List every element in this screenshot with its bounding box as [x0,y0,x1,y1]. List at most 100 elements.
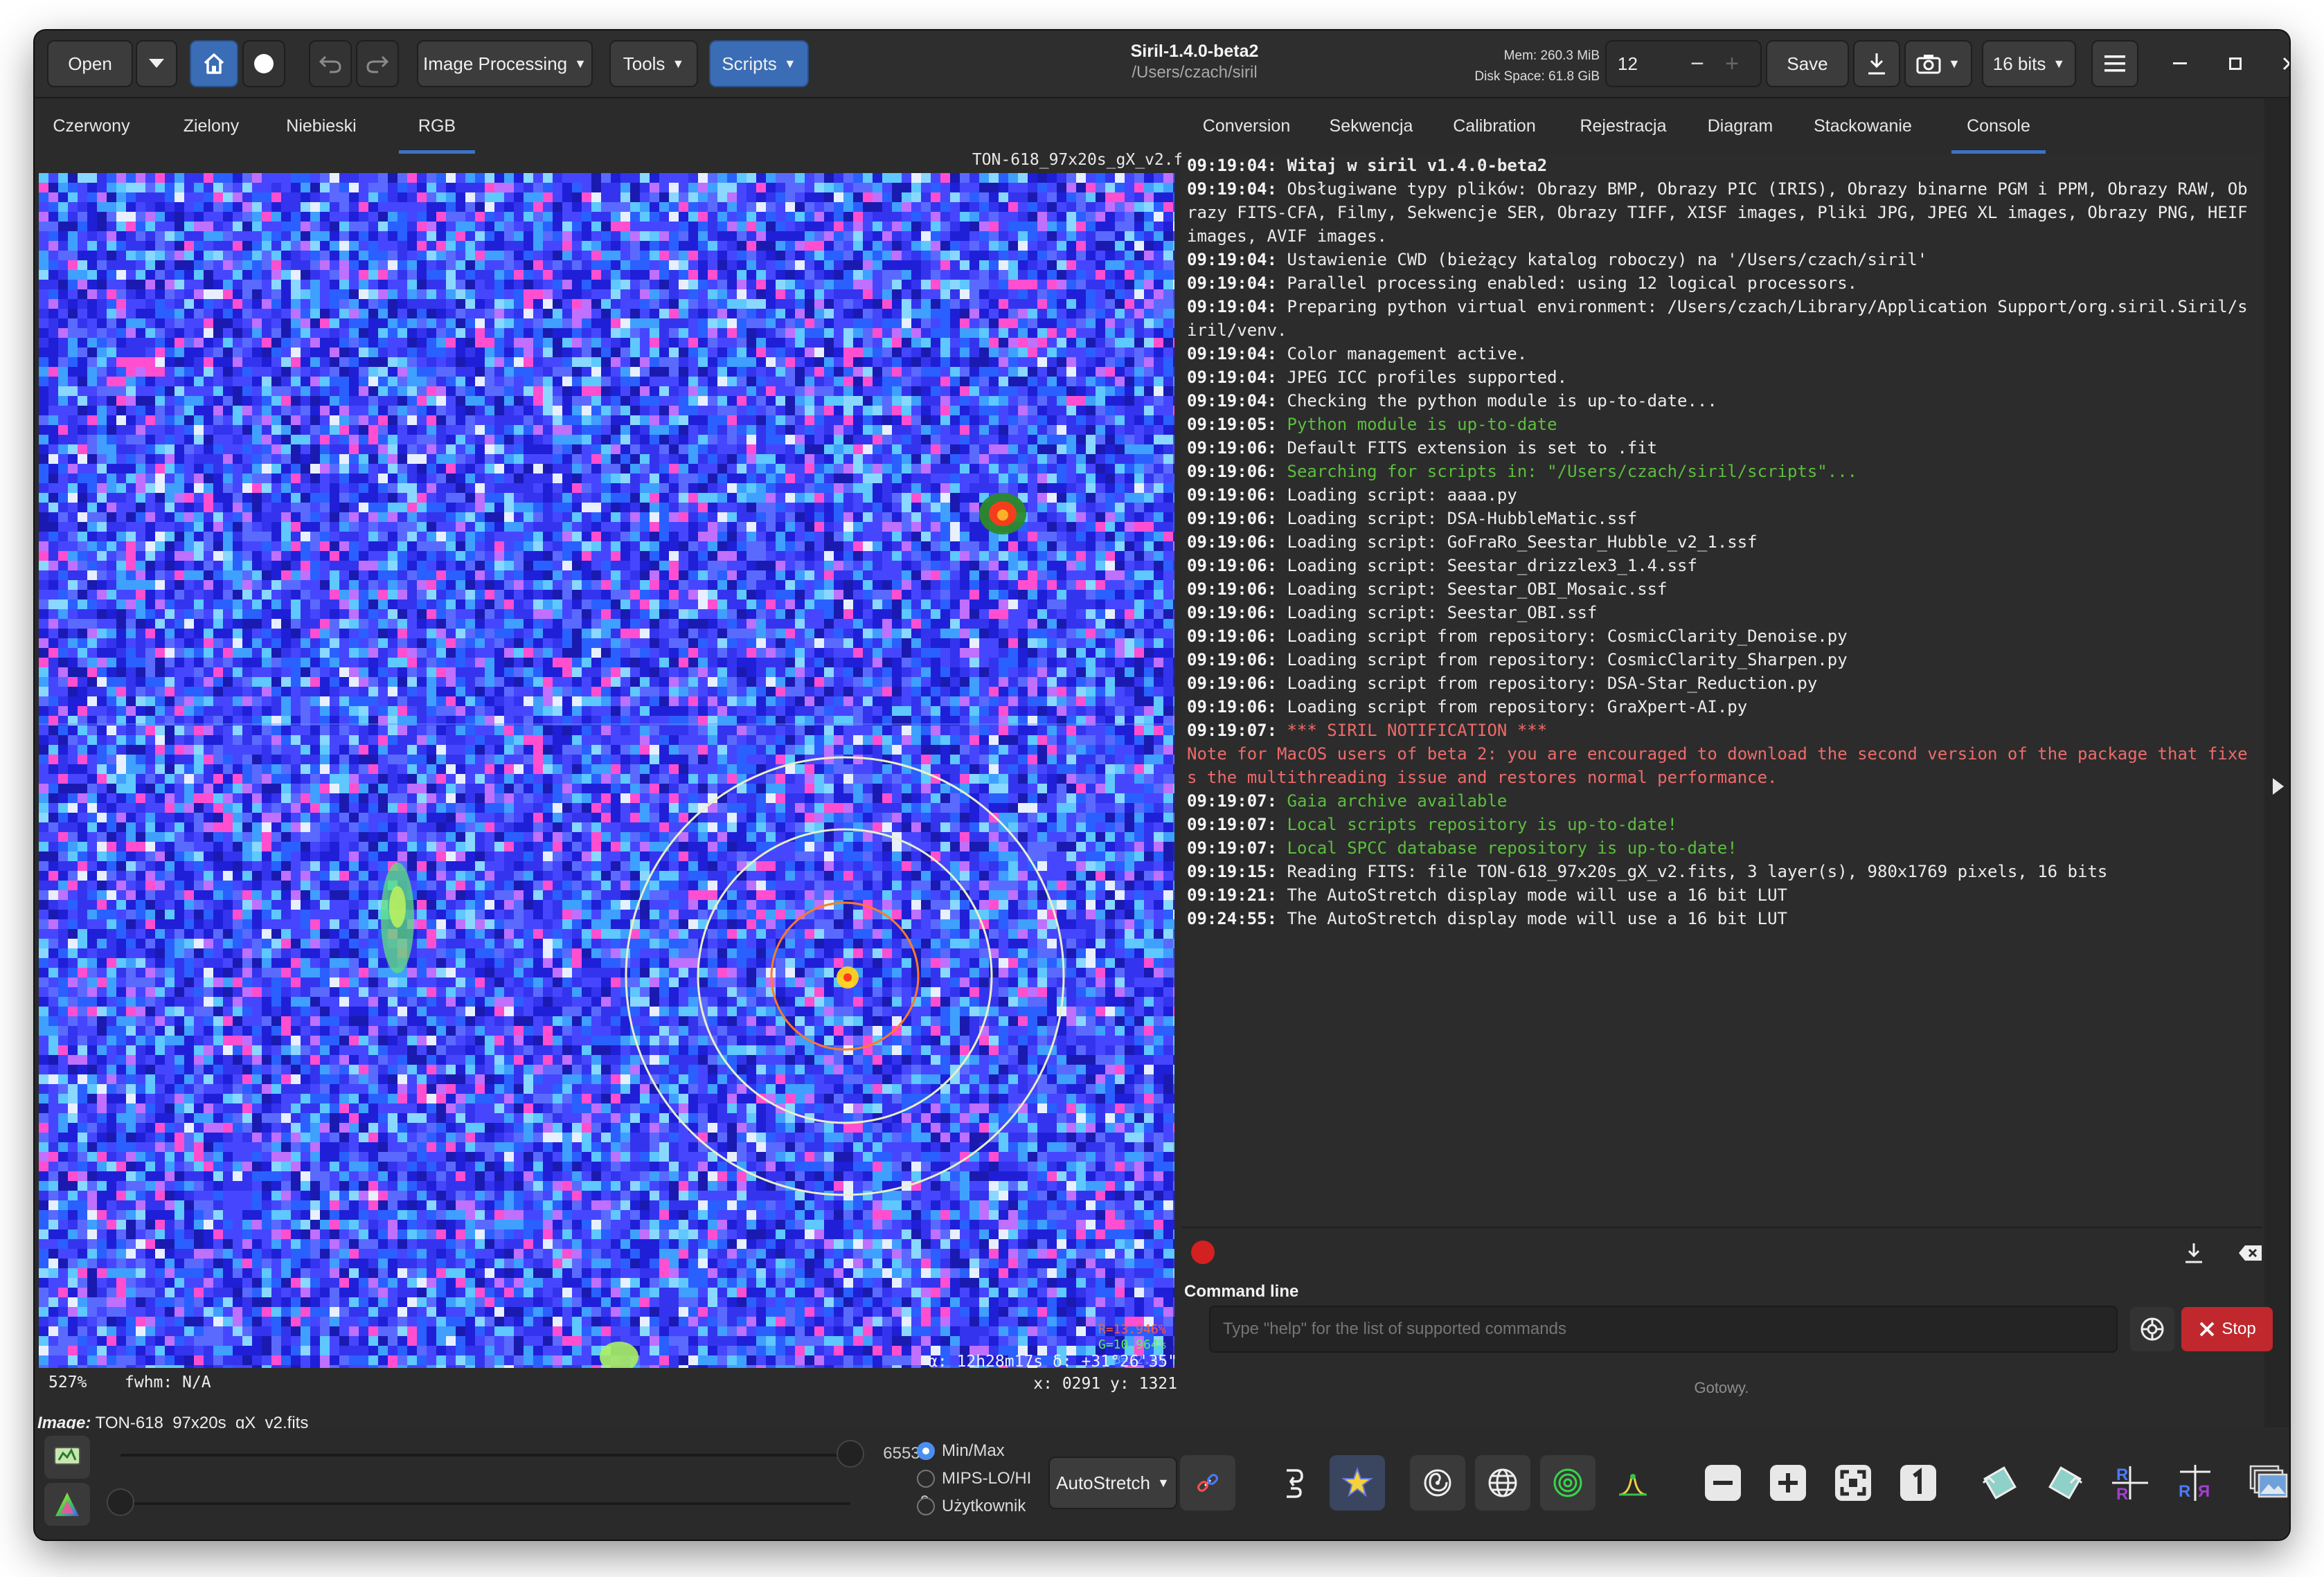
tab-sequence[interactable]: Sekwencja [1324,98,1418,154]
tab-red[interactable]: Czerwony [50,98,133,154]
low-value: 0 [838,1493,929,1512]
mirror-button[interactable] [1266,1455,1321,1511]
live-stack-button[interactable] [242,40,285,87]
zoom-100-button[interactable] [1891,1455,1946,1511]
menu-tools[interactable]: Tools ▼ [609,40,698,87]
threads-spinner[interactable]: 12 − + [1605,40,1762,87]
tab-console[interactable]: Console [1951,98,2046,154]
photometry-button[interactable] [1540,1455,1595,1511]
console-message: Witaj w siril v1.4.0-beta2 [1287,156,1548,175]
mirror-x-button[interactable]: RR [2102,1455,2158,1511]
images-stack-icon [2249,1465,2288,1498]
console-line: 09:19:15: Reading FITS: file TON-618_97x… [1187,860,2256,883]
console-timestamp: 09:19:06: [1187,509,1287,528]
radio-minmax[interactable]: Min/Max [917,1441,1005,1461]
redo-button[interactable] [356,40,399,87]
console-timestamp: 09:19:07: [1187,838,1287,858]
command-help-button[interactable] [2130,1307,2174,1351]
low-slider[interactable] [107,1488,850,1516]
psf-button[interactable] [1605,1455,1661,1511]
console-log[interactable]: 09:19:04: Witaj w siril v1.4.0-beta2 09:1… [1181,154,2262,1227]
stop-button[interactable]: Stop [2181,1307,2273,1351]
minus-icon[interactable]: − [1680,51,1715,78]
color-saturation-button[interactable] [44,1483,90,1526]
side-panel-toggle[interactable] [2264,98,2289,1427]
stop-x-icon [2199,1322,2215,1337]
low-slider-handle[interactable] [107,1488,134,1516]
image-viewport[interactable]: R=13.946% G=10.964% B=22.5% [39,173,1174,1368]
high-slider[interactable] [120,1440,864,1468]
console-line: 09:19:04: JPEG ICC profiles supported. [1187,366,2256,389]
console-timestamp: 09:19:04: [1187,179,1287,199]
image-canvas[interactable] [39,173,1174,1368]
tab-blue[interactable]: Niebieski [278,98,364,154]
link-icon [1197,1474,1218,1492]
zoom-out-button[interactable] [1695,1455,1751,1511]
tab-registration[interactable]: Rejestracja [1576,98,1670,154]
window-title: Siril-1.4.0-beta2 [1130,42,1259,61]
stretch-mode-dropdown[interactable]: AutoStretch ▼ [1048,1457,1177,1509]
console-timestamp: 09:19:21: [1187,885,1287,905]
zoom-fit-button[interactable] [1825,1455,1881,1511]
tab-rgb[interactable]: RGB [399,98,475,154]
maximize-button[interactable] [2216,44,2255,83]
clear-log-button[interactable] [2235,1238,2266,1268]
histogram-toggle-button[interactable] [44,1436,90,1479]
stop-button-label: Stop [2222,1319,2256,1338]
threads-value[interactable]: 12 [1618,53,1680,75]
tab-plot[interactable]: Diagram [1702,98,1778,154]
star-detection-button[interactable] [1330,1455,1385,1511]
radio-dot[interactable] [917,1442,935,1460]
save-button[interactable]: Save [1766,40,1849,87]
undo-button[interactable] [309,40,352,87]
bit-depth-dropdown[interactable]: 16 bits ▼ [1982,40,2076,87]
radio-minmax-label: Min/Max [942,1441,1005,1460]
caret-down-icon: ▼ [672,56,685,71]
radio-dot[interactable] [917,1497,935,1515]
radio-mips[interactable]: MIPS-LO/HI [917,1469,1031,1488]
tab-conversion[interactable]: Conversion [1198,98,1295,154]
save-as-button[interactable] [1853,40,1900,87]
annotate-button[interactable] [1410,1455,1465,1511]
snapshot-button[interactable]: ▼ [1904,40,1972,87]
image-list-button[interactable] [2241,1455,2289,1511]
rotate-right-button[interactable] [2037,1455,2093,1511]
close-button[interactable] [2270,44,2289,83]
tab-green[interactable]: Zielony [173,98,249,154]
open-button[interactable]: Open [47,40,133,87]
console-message: Ustawienie CWD (bieżący katalog roboczy)… [1287,250,1928,269]
command-input[interactable] [1209,1306,2118,1353]
zoom-out-icon [1705,1465,1741,1501]
menu-scripts[interactable]: Scripts ▼ [709,40,809,87]
recent-files-dropdown[interactable] [136,40,177,87]
console-message: *** SIRIL NOTIFICATION *** [1287,721,1548,740]
plus-icon[interactable]: + [1715,51,1749,78]
mirror-y-button[interactable]: RЯ [2167,1455,2223,1511]
console-line: 09:19:06: Loading script from repository… [1187,624,2256,648]
tab-calibration[interactable]: Calibration [1447,98,1541,154]
zoom-in-button[interactable] [1760,1455,1816,1511]
status-text: Gotowy. [1694,1379,1749,1396]
tab-calibration-label: Calibration [1453,116,1536,136]
menu-image-processing[interactable]: Image Processing ▼ [417,40,593,87]
save-log-button[interactable] [2179,1238,2209,1268]
console-timestamp: 09:19:04: [1187,156,1287,175]
minimize-button[interactable] [2161,44,2199,83]
console-line: 09:19:04: Ustawienie CWD (bieżący katalo… [1187,248,2256,271]
command-line-heading: Command line [1184,1282,1299,1301]
chain-channels-button[interactable] [1180,1455,1235,1511]
tab-stacking[interactable]: Stackowanie [1805,98,1921,154]
rotate-left-button[interactable] [1972,1455,2028,1511]
triangle-right-icon [2273,778,2284,795]
main-menu-button[interactable] [2091,40,2138,87]
console-timestamp: 09:19:04: [1187,391,1287,411]
radio-dot[interactable] [917,1470,935,1488]
console-timestamp: 09:19:04: [1187,368,1287,387]
overlay-red-value: R=13.946% [1098,1322,1166,1337]
plate-solve-button[interactable] [1475,1455,1530,1511]
galaxy-icon [1424,1469,1451,1497]
radio-user[interactable]: Użytkownik [917,1497,1026,1516]
home-button[interactable] [190,40,238,87]
console-line: 09:19:05: Python module is up-to-date [1187,413,2256,436]
console-timestamp: 09:19:06: [1187,556,1287,575]
